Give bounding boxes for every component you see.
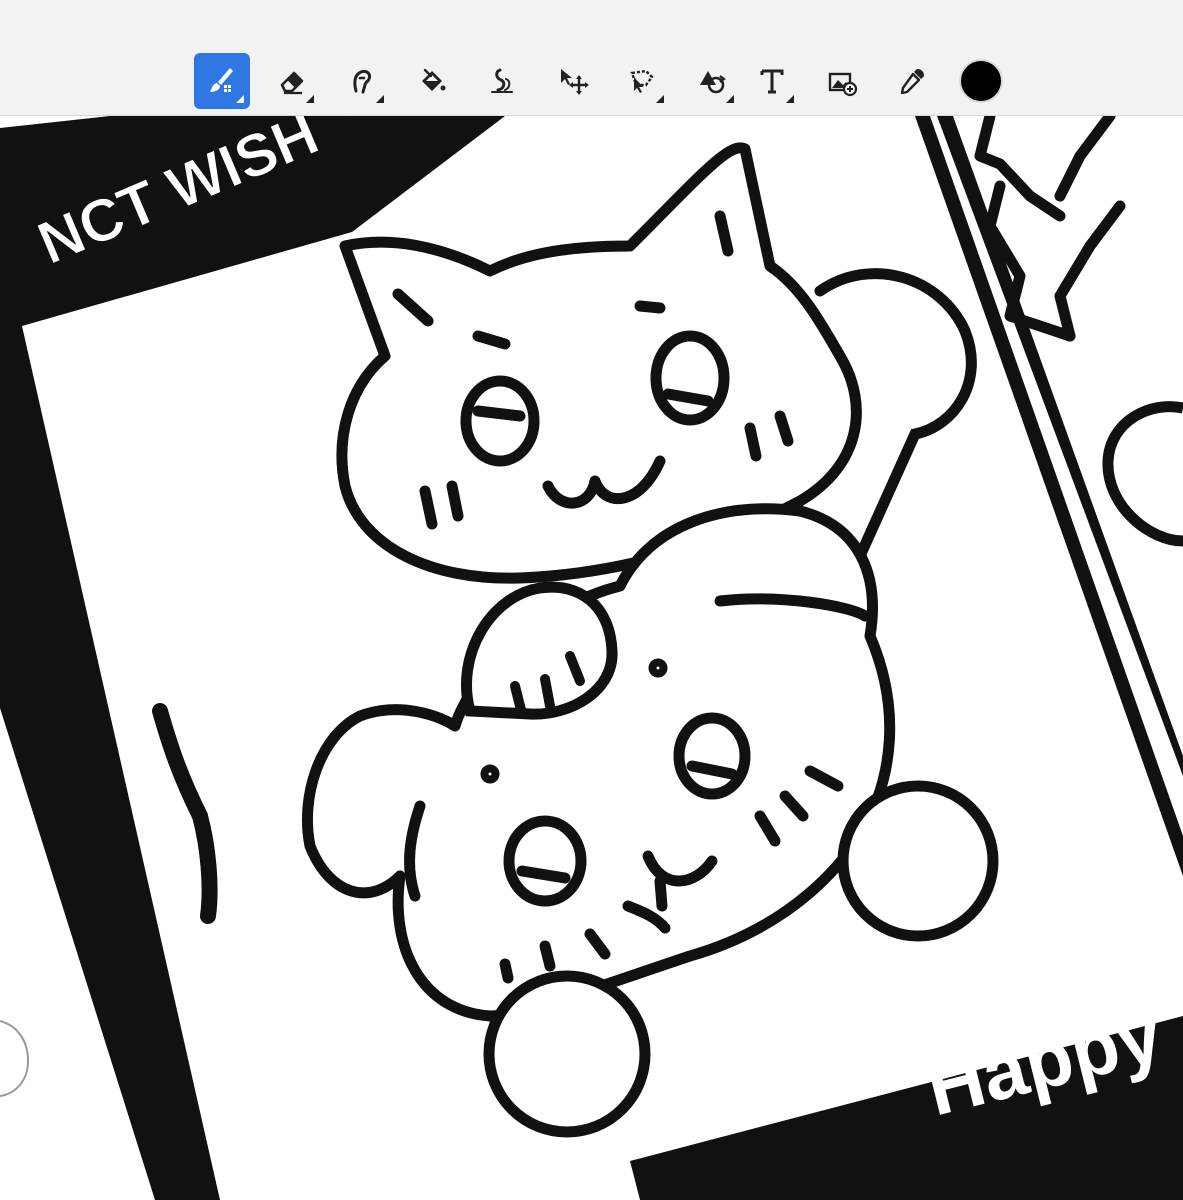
eraser-tool-button[interactable] xyxy=(264,53,320,109)
smudge-tool-button[interactable] xyxy=(334,53,390,109)
transform-tool-button[interactable] xyxy=(684,53,740,109)
smudge-icon xyxy=(353,70,371,94)
adjust-tool-button[interactable] xyxy=(474,53,530,109)
partial-character-top-right xyxy=(974,116,1126,342)
tool-options-indicator xyxy=(306,95,314,103)
active-color-swatch[interactable] xyxy=(959,59,1003,103)
eraser-icon xyxy=(280,71,304,95)
lasso-tool-button[interactable] xyxy=(614,53,670,109)
partial-circle-right xyxy=(1102,401,1183,547)
brush-scribble xyxy=(152,703,218,924)
move-icon xyxy=(561,69,589,95)
tool-options-indicator xyxy=(786,95,794,103)
move-tool-button[interactable] xyxy=(544,53,600,109)
tool-options-indicator xyxy=(376,95,384,103)
tool-options-indicator xyxy=(236,95,244,103)
rotate-icon xyxy=(700,71,726,94)
paint-bucket-icon xyxy=(422,68,446,91)
tool-options-indicator xyxy=(726,95,734,103)
eyedropper-tool-button[interactable] xyxy=(884,53,940,109)
canvas-artwork: ☆NCT WISH☆ Happy Bi xyxy=(0,116,1183,1200)
cat-paw xyxy=(461,581,618,720)
tool-options-indicator xyxy=(656,95,664,103)
frame-right-band xyxy=(915,116,1183,876)
toolbar xyxy=(0,0,1183,116)
fill-tool-button[interactable] xyxy=(404,53,460,109)
dog-paw-bottom xyxy=(483,970,651,1138)
eyedropper-icon xyxy=(900,69,924,95)
liquify-icon xyxy=(491,68,513,93)
text-icon xyxy=(760,69,784,94)
text-tool-button[interactable] xyxy=(744,53,800,109)
brush-icon xyxy=(210,68,233,92)
brush-tool-button[interactable] xyxy=(194,53,250,109)
partial-circle-left xyxy=(0,1020,30,1097)
insert-image-button[interactable] xyxy=(814,53,870,109)
image-add-icon xyxy=(828,72,858,97)
dog-paw-right xyxy=(837,780,999,942)
dog-drawing xyxy=(301,503,896,1022)
lasso-icon xyxy=(630,69,654,93)
drawing-canvas[interactable]: ☆NCT WISH☆ Happy Bi xyxy=(0,116,1183,1200)
